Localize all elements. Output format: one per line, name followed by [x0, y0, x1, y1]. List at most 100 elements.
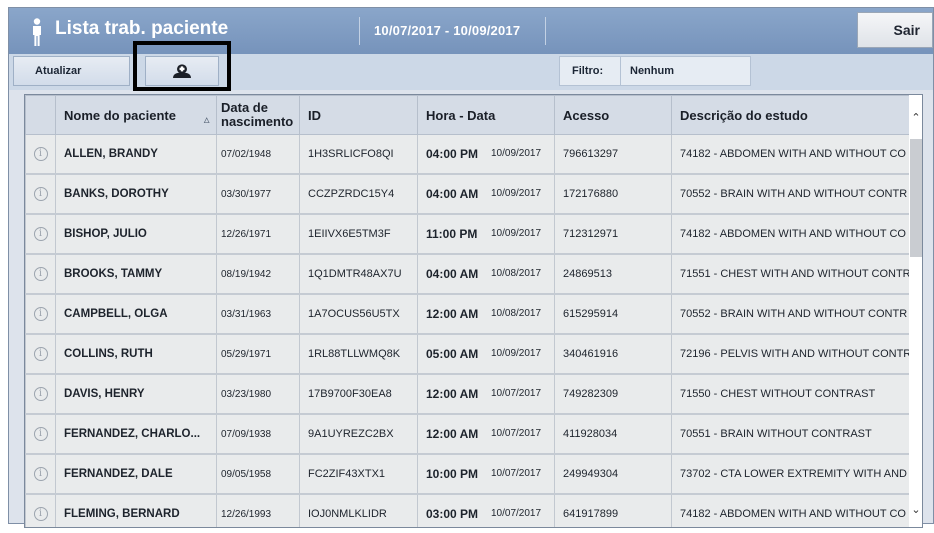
info-cell[interactable]: i — [25, 293, 56, 335]
patient-name: BISHOP, JULIO — [55, 213, 217, 255]
birth-date: 09/05/1958 — [216, 453, 300, 495]
birth-date: 12/26/1993 — [216, 493, 300, 527]
column-header-name[interactable]: Nome do paciente △ — [55, 95, 217, 135]
patient-id: 1A7OCUS56U5TX — [299, 293, 418, 335]
date-range[interactable]: 10/07/2017 - 10/09/2017 — [374, 23, 520, 38]
info-cell[interactable]: i — [25, 493, 56, 527]
column-header-info — [25, 95, 56, 135]
birth-date: 05/29/1971 — [216, 333, 300, 375]
info-cell[interactable]: i — [25, 413, 56, 455]
person-icon — [33, 18, 41, 46]
column-time-label: Hora - Data — [426, 107, 496, 123]
info-icon[interactable]: i — [33, 307, 48, 321]
exam-time: 04:00 AM — [426, 187, 479, 201]
exam-time: 11:00 PM — [426, 227, 478, 241]
table-row[interactable]: i DAVIS, HENRY 03/23/1980 17B9700F30EA8 12:0… — [25, 373, 915, 415]
scroll-thumb[interactable] — [910, 139, 922, 257]
accession-number: 796613297 — [554, 134, 672, 175]
column-id-label: ID — [308, 107, 321, 123]
column-name-label: Nome do paciente — [64, 107, 176, 123]
birth-date: 08/19/1942 — [216, 253, 300, 295]
filter-dropdown[interactable]: Filtro: Nenhum — [559, 56, 751, 86]
accession-number: 411928034 — [554, 413, 672, 455]
column-header-desc[interactable]: Descrição do estudo — [671, 95, 915, 135]
info-icon[interactable]: i — [33, 427, 48, 441]
column-header-access[interactable]: Acesso — [554, 95, 672, 135]
exit-button[interactable]: Sair — [857, 12, 933, 48]
info-icon[interactable]: i — [33, 467, 48, 481]
accession-number: 749282309 — [554, 373, 672, 415]
table-row[interactable]: i FERNANDEZ, DALE 09/05/1958 FC2ZIF43XTX1 10… — [25, 453, 915, 495]
exam-time: 04:00 PM — [426, 147, 479, 161]
column-header-id[interactable]: ID — [299, 95, 418, 135]
exam-time: 05:00 AM — [426, 347, 479, 361]
table-row[interactable]: i BANKS, DOROTHY 03/30/1977 CCZPZRDC15Y4 04:… — [25, 173, 915, 215]
study-description: 73702 - CTA LOWER EXTREMITY WITH AND — [671, 453, 915, 495]
birth-date: 03/30/1977 — [216, 173, 300, 215]
table-row[interactable]: i FLEMING, BERNARD 12/26/1993 IOJ0NMLKLIDR 0… — [25, 493, 915, 527]
page-title: Lista trab. paciente — [55, 18, 229, 39]
birth-date: 03/23/1980 — [216, 373, 300, 415]
info-icon[interactable]: i — [33, 147, 48, 161]
exam-date: 10/09/2017 — [491, 188, 542, 199]
table-row[interactable]: i FERNANDEZ, CHARLO... 07/09/1938 9A1UYREZC… — [25, 413, 915, 455]
study-description: 71550 - CHEST WITHOUT CONTRAST — [671, 373, 915, 415]
exam-date: 10/07/2017 — [491, 388, 542, 399]
table-row[interactable]: i CAMPBELL, OLGA 03/31/1963 1A7OCUS56U5TX 12… — [25, 293, 915, 335]
info-cell[interactable]: i — [25, 373, 56, 415]
patient-id: 17B9700F30EA8 — [299, 373, 418, 415]
info-cell[interactable]: i — [25, 253, 56, 295]
patient-name: DAVIS, HENRY — [55, 373, 217, 415]
exam-time-date: 03:00 PM 10/07/2017 — [417, 493, 555, 527]
study-description: 70552 - BRAIN WITH AND WITHOUT CONTR — [671, 293, 915, 335]
column-dob-label-1: Data de — [221, 100, 268, 115]
info-cell[interactable]: i — [25, 213, 56, 255]
info-icon[interactable]: i — [33, 387, 48, 401]
exam-date: 10/08/2017 — [491, 268, 542, 279]
exam-time: 03:00 PM — [426, 507, 479, 521]
exam-time-date: 11:00 PM 10/09/2017 — [417, 213, 555, 255]
header-divider — [545, 17, 546, 45]
exam-date: 10/07/2017 — [491, 508, 542, 519]
scroll-down-icon[interactable]: ⌄ — [908, 503, 922, 519]
filter-divider — [620, 57, 621, 85]
column-header-time[interactable]: Hora - Data — [417, 95, 555, 135]
patient-id: 1H3SRLICFO8QI — [299, 134, 418, 175]
exam-date: 10/09/2017 — [491, 228, 542, 239]
birth-date: 07/02/1948 — [216, 134, 300, 175]
refresh-button[interactable]: Atualizar — [13, 56, 130, 86]
patient-id: FC2ZIF43XTX1 — [299, 453, 418, 495]
exam-time-date: 04:00 PM 10/09/2017 — [417, 134, 555, 175]
column-access-label: Acesso — [563, 107, 610, 123]
study-description: 74182 - ABDOMEN WITH AND WITHOUT CO — [671, 493, 915, 527]
info-cell[interactable]: i — [25, 134, 56, 175]
scroll-up-icon[interactable]: ⌃ — [908, 111, 922, 127]
patient-name: BANKS, DOROTHY — [55, 173, 217, 215]
accession-number: 615295914 — [554, 293, 672, 335]
info-icon[interactable]: i — [33, 267, 48, 281]
focus-highlight — [133, 41, 231, 91]
patient-name: FLEMING, BERNARD — [55, 493, 217, 527]
table-header-row: Nome do paciente △ Data de nascimento ID H… — [25, 95, 915, 135]
exam-time-date: 10:00 PM 10/07/2017 — [417, 453, 555, 495]
table-row[interactable]: i ALLEN, BRANDY 07/02/1948 1H3SRLICFO8QI 04:… — [25, 134, 915, 175]
exam-time-date: 12:00 AM 10/08/2017 — [417, 293, 555, 335]
exam-time: 10:00 PM — [426, 467, 479, 481]
info-icon[interactable]: i — [33, 227, 48, 241]
accession-number: 712312971 — [554, 213, 672, 255]
info-icon[interactable]: i — [33, 187, 48, 201]
table-row[interactable]: i COLLINS, RUTH 05/29/1971 1RL88TLLWMQ8K 05:… — [25, 333, 915, 375]
info-cell[interactable]: i — [25, 173, 56, 215]
table-row[interactable]: i BROOKS, TAMMY 08/19/1942 1Q1DMTR48AX7U 04:… — [25, 253, 915, 295]
info-cell[interactable]: i — [25, 333, 56, 375]
table-row[interactable]: i BISHOP, JULIO 12/26/1971 1EIIVX6E5TM3F 11:… — [25, 213, 915, 255]
column-dob-label-2: nascimento — [221, 114, 294, 129]
exam-date: 10/09/2017 — [491, 148, 542, 159]
scrollbar[interactable]: ⌃ ⌄ — [908, 95, 922, 527]
info-icon[interactable]: i — [33, 347, 48, 361]
exam-time: 12:00 AM — [426, 427, 479, 441]
info-cell[interactable]: i — [25, 453, 56, 495]
column-header-dob[interactable]: Data de nascimento — [216, 95, 300, 135]
info-icon[interactable]: i — [33, 507, 48, 521]
study-description: 74182 - ABDOMEN WITH AND WITHOUT CO — [671, 213, 915, 255]
